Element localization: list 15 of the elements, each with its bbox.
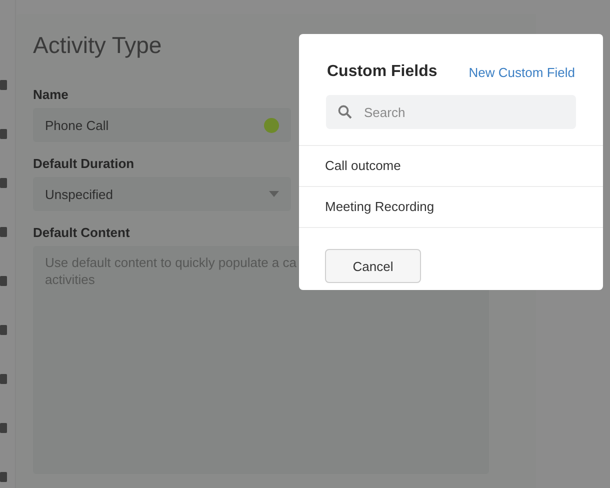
list-item[interactable]: Meeting Recording — [299, 187, 603, 227]
list-item[interactable]: Call outcome — [299, 146, 603, 187]
name-field[interactable]: Phone Call — [33, 108, 291, 142]
caret-icon — [269, 191, 279, 197]
field-label: Default Content — [33, 225, 130, 240]
duration-dropdown[interactable]: Unspecified — [33, 177, 291, 211]
new-field-link[interactable]: New Custom Field — [468, 64, 575, 80]
dialog-title: Custom Fields — [327, 63, 438, 81]
field-label: Name — [33, 87, 68, 102]
search-field[interactable]: Search — [326, 95, 576, 129]
field-label: Default Duration — [33, 156, 134, 171]
search-icon — [338, 105, 352, 119]
color-dot[interactable] — [264, 118, 279, 132]
page-title: Activity Type — [33, 32, 163, 59]
cancel-button[interactable]: Cancel — [325, 249, 421, 283]
